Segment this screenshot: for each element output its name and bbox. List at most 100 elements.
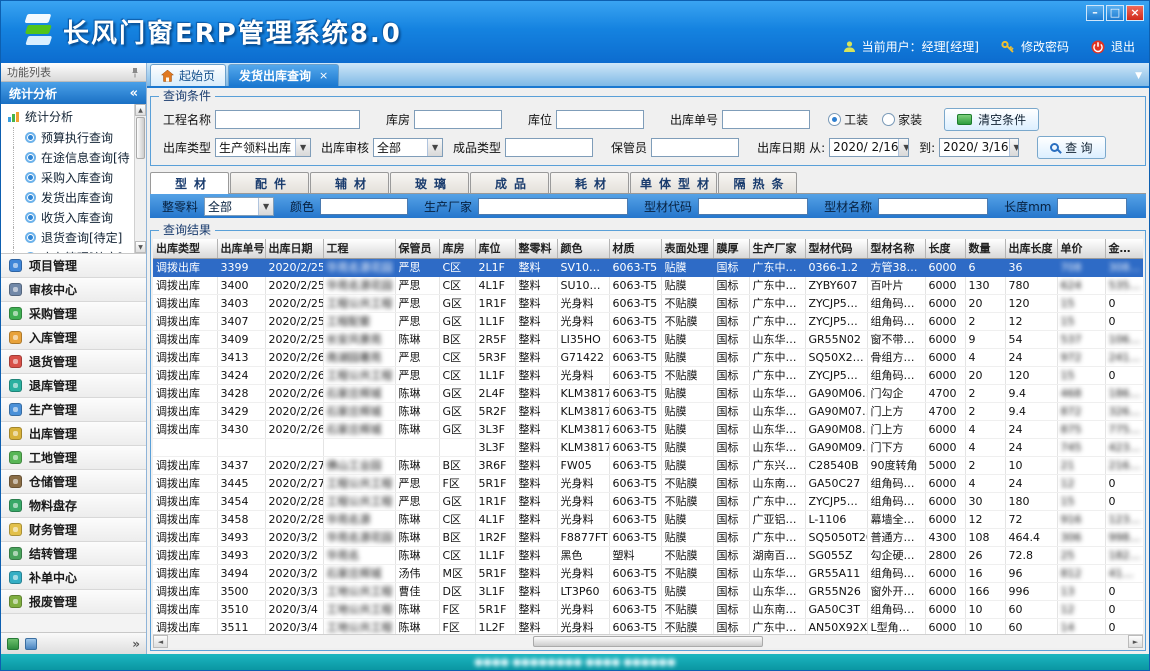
- scroll-up-icon[interactable]: ▲: [135, 104, 146, 116]
- material-tab-8[interactable]: 隔热条: [718, 172, 797, 193]
- home-decor-radio[interactable]: [882, 113, 895, 126]
- table-row[interactable]: 调拨出库34932020/3/2华苑名源花园陈琳B区1R2F整料F8877FT6…: [153, 528, 1143, 546]
- scroll-left-icon[interactable]: ◄: [153, 635, 168, 648]
- material-tab-2[interactable]: 配件: [230, 172, 309, 193]
- sidebar-item-outbound[interactable]: 出库管理: [1, 422, 146, 446]
- whole-part-select[interactable]: 全部▼: [204, 197, 274, 216]
- table-row[interactable]: 调拨出库35102020/3/4工地公共工程陈琳F区5R1F整料光身料6063-…: [153, 600, 1143, 618]
- table-row[interactable]: 调拨出库34302020/2/26石家庄辉城陈琳G区3L3F整料KLM38176…: [153, 420, 1143, 438]
- grid-icon[interactable]: [7, 638, 19, 650]
- column-header[interactable]: 出库类型: [153, 239, 217, 258]
- profile-name-input[interactable]: [878, 198, 988, 215]
- manufacturer-input[interactable]: [478, 198, 628, 215]
- tab-shipping-outbound-query[interactable]: 发货出库查询 ×: [228, 64, 339, 86]
- table-row[interactable]: 调拨出库34542020/2/28工程公共工程严思G区1R1F整料光身料6063…: [153, 492, 1143, 510]
- tree-item[interactable]: 发货出库查询: [1, 187, 134, 207]
- product-type-input[interactable]: [505, 138, 593, 157]
- more-chevron-icon[interactable]: »: [132, 637, 140, 651]
- column-header[interactable]: 保管员: [395, 239, 439, 258]
- tree-item[interactable]: 在途信息查询[待: [1, 147, 134, 167]
- logout-link[interactable]: 退出: [1111, 38, 1135, 55]
- column-header[interactable]: 出库日期: [265, 239, 323, 258]
- table-row[interactable]: 调拨出库35112020/3/4工地公共工程陈琳F区1L2F整料光身料6063-…: [153, 618, 1143, 634]
- tree-item[interactable]: 退货查询[待定]: [1, 227, 134, 247]
- column-header[interactable]: 数量: [965, 239, 1005, 258]
- scrollbar-track[interactable]: [168, 635, 1128, 648]
- tab-home[interactable]: 起始页: [150, 64, 226, 86]
- column-header[interactable]: 工程: [323, 239, 395, 258]
- table-row[interactable]: 调拨出库34282020/2/26石家庄辉城陈琳G区2L4F整料KLM38176…: [153, 384, 1143, 402]
- table-row[interactable]: 调拨出库35002020/3/3工地公共工程曹佳D区3L1F整料LT3P6060…: [153, 582, 1143, 600]
- material-tab-6[interactable]: 耗材: [550, 172, 629, 193]
- warehouse-input[interactable]: [414, 110, 502, 129]
- outbound-audit-select[interactable]: 全部▼: [373, 138, 443, 157]
- query-button[interactable]: 查 询: [1037, 136, 1105, 159]
- table-row[interactable]: 调拨出库34032020/2/25工程公共工程严思G区1R1F整料光身料6063…: [153, 294, 1143, 312]
- grid-horizontal-scrollbar[interactable]: ◄ ►: [153, 634, 1143, 648]
- length-input[interactable]: [1057, 198, 1127, 215]
- location-input[interactable]: [556, 110, 644, 129]
- tree-item[interactable]: 库存管理[待定]: [1, 247, 134, 254]
- column-header[interactable]: 膜厚: [713, 239, 749, 258]
- column-header[interactable]: 长度: [925, 239, 965, 258]
- change-password-link[interactable]: 修改密码: [1021, 38, 1069, 55]
- tab-close-icon[interactable]: ×: [319, 69, 328, 82]
- sidebar-item-replenish[interactable]: 补单中心: [1, 566, 146, 590]
- table-row[interactable]: 调拨出库34002020/2/25华苑名源花园严思C区4L1F整料SU10…60…: [153, 276, 1143, 294]
- material-tab-3[interactable]: 辅材: [310, 172, 389, 193]
- results-grid[interactable]: 出库类型出库单号出库日期工程保管员库房库位整零料颜色材质表面处理膜厚生产厂家型材…: [153, 239, 1143, 634]
- keeper-input[interactable]: [651, 138, 739, 157]
- clear-conditions-button[interactable]: 清空条件: [944, 108, 1039, 131]
- column-header[interactable]: 型材代码: [805, 239, 867, 258]
- collapse-icon[interactable]: «: [130, 86, 138, 101]
- column-header[interactable]: 单价: [1057, 239, 1105, 258]
- scrollbar-thumb[interactable]: [533, 636, 763, 647]
- profile-code-input[interactable]: [698, 198, 808, 215]
- column-header[interactable]: 生产厂家: [749, 239, 805, 258]
- column-header[interactable]: 库房: [439, 239, 475, 258]
- tree-root-statistics[interactable]: 统计分析: [1, 104, 134, 127]
- sidebar-item-purchase[interactable]: 采购管理: [1, 302, 146, 326]
- sidebar-item-return-warehouse[interactable]: 退库管理: [1, 374, 146, 398]
- order-no-input[interactable]: [722, 110, 810, 129]
- minimize-button[interactable]: –: [1086, 5, 1104, 21]
- tree-item[interactable]: 收货入库查询: [1, 207, 134, 227]
- close-button[interactable]: ×: [1126, 5, 1144, 21]
- sidebar-item-site[interactable]: 工地管理: [1, 446, 146, 470]
- column-header[interactable]: 材质: [609, 239, 661, 258]
- material-tab-7[interactable]: 单体型材: [630, 172, 717, 193]
- sidebar-item-audit[interactable]: 审核中心: [1, 278, 146, 302]
- pin-icon[interactable]: [130, 67, 140, 78]
- column-header[interactable]: 整零料: [515, 239, 557, 258]
- column-header[interactable]: 颜色: [557, 239, 609, 258]
- table-row[interactable]: 调拨出库34582020/2/28华苑名源陈琳C区4L1F整料光身料6063-T…: [153, 510, 1143, 528]
- sidebar-item-scrap[interactable]: 报废管理: [1, 590, 146, 614]
- sidebar-item-production[interactable]: 生产管理: [1, 398, 146, 422]
- work-decor-radio[interactable]: [828, 113, 841, 126]
- computer-icon[interactable]: [25, 638, 37, 650]
- tab-list-dropdown-icon[interactable]: ▼: [1135, 71, 1142, 81]
- tree-item[interactable]: 采购入库查询: [1, 167, 134, 187]
- column-header[interactable]: 出库单号: [217, 239, 265, 258]
- sidebar-item-inbound[interactable]: 入库管理: [1, 326, 146, 350]
- material-tab-5[interactable]: 成品: [470, 172, 549, 193]
- column-header[interactable]: 库位: [475, 239, 515, 258]
- table-row[interactable]: 调拨出库34372020/2/27佛山工业园陈琳B区3R6F整料FW056063…: [153, 456, 1143, 474]
- project-name-input[interactable]: [215, 110, 360, 129]
- column-header[interactable]: 表面处理: [661, 239, 713, 258]
- sidebar-item-project[interactable]: 项目管理: [1, 254, 146, 278]
- sidebar-item-finance[interactable]: 财务管理: [1, 518, 146, 542]
- scroll-right-icon[interactable]: ►: [1128, 635, 1143, 648]
- sidebar-item-inventory[interactable]: 物料盘存: [1, 494, 146, 518]
- column-header[interactable]: 金…: [1105, 239, 1143, 258]
- scroll-down-icon[interactable]: ▼: [135, 241, 146, 253]
- sidebar-item-return-goods[interactable]: 退货管理: [1, 350, 146, 374]
- tree-item[interactable]: 预算执行查询: [1, 127, 134, 147]
- sidebar-section-statistics[interactable]: 统计分析 «: [1, 82, 146, 104]
- scrollbar-thumb[interactable]: [136, 117, 145, 159]
- table-row[interactable]: 调拨出库34072020/2/25工程配套严思G区1L1F整料光身料6063-T…: [153, 312, 1143, 330]
- sidebar-item-warehouse[interactable]: 仓储管理: [1, 470, 146, 494]
- table-row[interactable]: 调拨出库34132020/2/26南湖园著苑严思C区5R3F整料G7142260…: [153, 348, 1143, 366]
- table-row[interactable]: 调拨出库34452020/2/27工程公共工程严思F区5R1F整料光身料6063…: [153, 474, 1143, 492]
- table-row[interactable]: 调拨出库33992020/2/25华苑名源花园严思C区2L1F整料SV10…60…: [153, 258, 1143, 276]
